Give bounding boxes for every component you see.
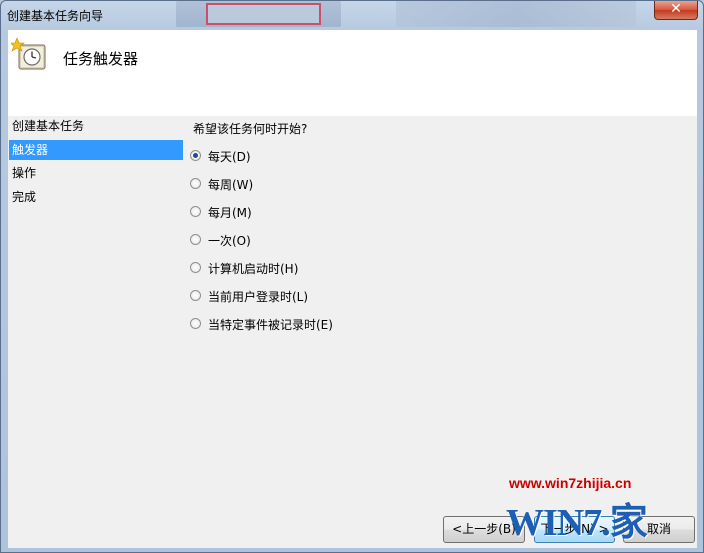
window-title: 创建基本任务向导 xyxy=(7,9,104,23)
option-label: 当前用户登录时(L) xyxy=(208,290,309,304)
option-label: 每周(W) xyxy=(208,178,254,192)
wizard-header: 任务触发器 xyxy=(8,30,697,116)
nav-item-label: 操作 xyxy=(12,166,37,180)
title-bar[interactable]: 创建基本任务向导 ✕ xyxy=(1,1,703,29)
option-label: 计算机启动时(H) xyxy=(208,262,299,276)
nav-item-trigger[interactable]: 触发器 xyxy=(9,140,183,160)
wizard-window: 创建基本任务向导 ✕ 任务触发器 创建基本任务 触发器 操作 完成 希望该任务何… xyxy=(0,0,704,553)
radio-event[interactable] xyxy=(190,318,201,329)
nav-item-label: 创建基本任务 xyxy=(12,119,85,133)
option-label: 一次(O) xyxy=(208,234,251,248)
nav-item-create-basic-task[interactable]: 创建基本任务 xyxy=(9,116,183,136)
background-blur-right xyxy=(396,1,636,27)
option-label: 当特定事件被记录时(E) xyxy=(208,318,333,332)
page-title: 任务触发器 xyxy=(63,50,139,68)
nav-item-label: 触发器 xyxy=(12,143,49,157)
nav-item-label: 完成 xyxy=(12,190,37,204)
background-blur-highlight xyxy=(206,3,321,25)
clock-icon xyxy=(11,37,46,70)
watermark-logo-text: WIN7.家 xyxy=(506,502,648,544)
radio-logon[interactable] xyxy=(190,290,201,301)
radio-daily[interactable] xyxy=(190,150,201,161)
step-nav: 创建基本任务 触发器 操作 完成 xyxy=(8,116,184,548)
radio-monthly[interactable] xyxy=(190,206,201,217)
option-label: 每天(D) xyxy=(208,150,251,164)
watermark-logo: WIN7.家 xyxy=(506,491,701,546)
nav-item-finish[interactable]: 完成 xyxy=(9,187,183,207)
question-label: 希望该任务何时开始? xyxy=(193,122,308,136)
watermark-url: www.win7zhijia.cn xyxy=(509,475,632,491)
close-icon: ✕ xyxy=(670,1,682,17)
radio-startup[interactable] xyxy=(190,262,201,273)
close-button[interactable]: ✕ xyxy=(654,1,698,20)
option-label: 每月(M) xyxy=(208,206,252,220)
nav-item-action[interactable]: 操作 xyxy=(9,163,183,183)
radio-once[interactable] xyxy=(190,234,201,245)
radio-weekly[interactable] xyxy=(190,178,201,189)
